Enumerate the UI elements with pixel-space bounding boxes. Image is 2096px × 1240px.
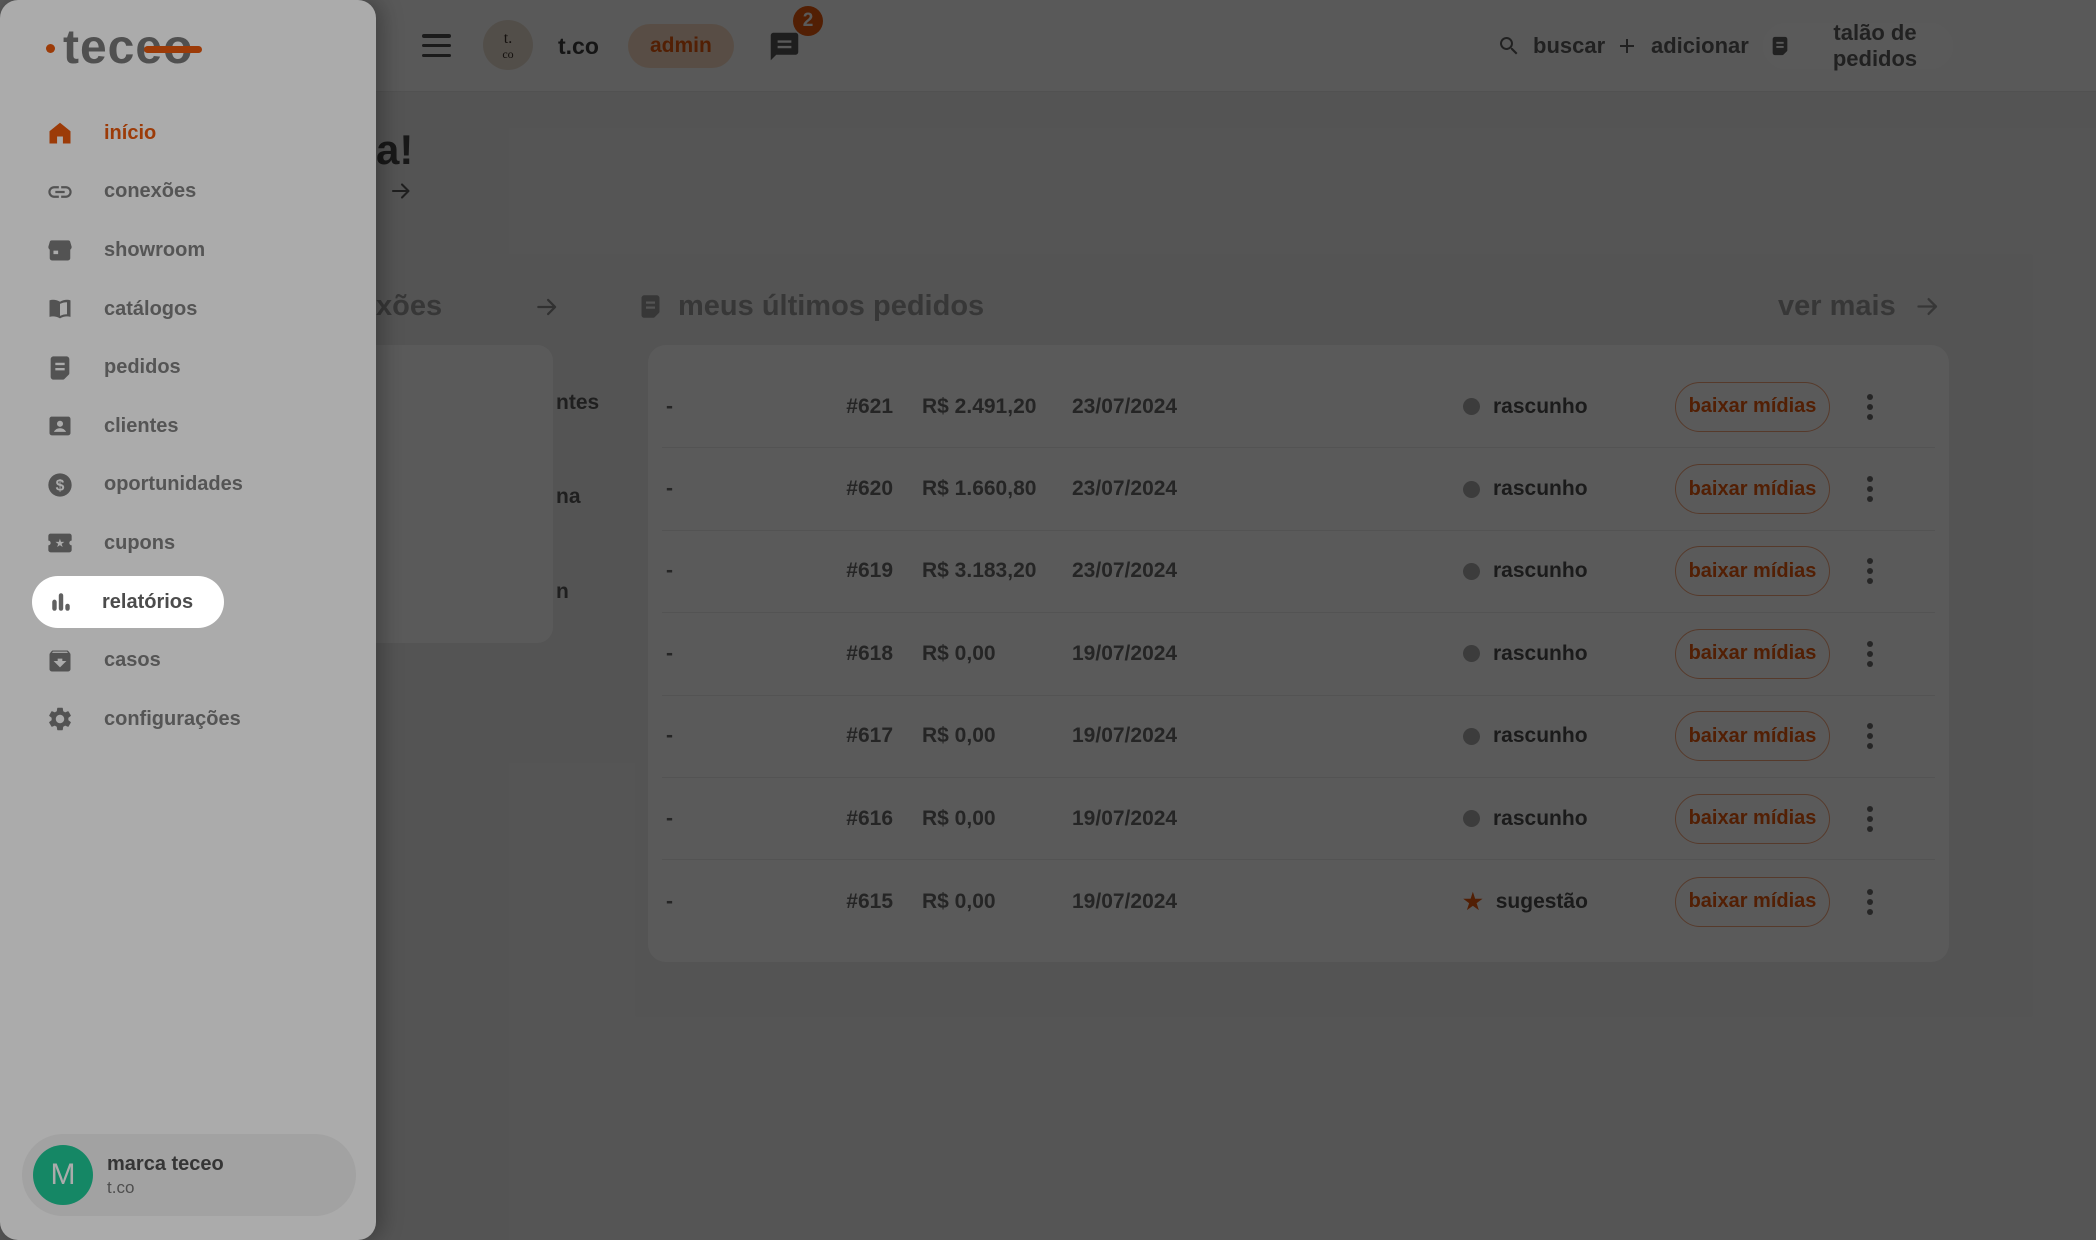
sidebar-item-relatorios-spotlight[interactable]: relatórios xyxy=(32,576,224,628)
tour-dim-overlay xyxy=(0,0,2096,1240)
app-screen: t. co t.co admin 2 buscar adicionar talã… xyxy=(0,0,2096,1240)
bar-chart-icon xyxy=(47,588,75,616)
